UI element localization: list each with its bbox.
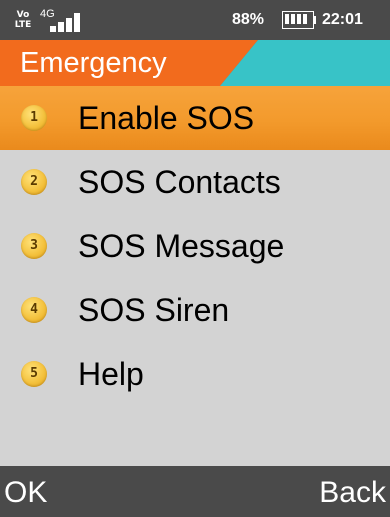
menu-item-sos-message[interactable]: 3 SOS Message — [0, 214, 390, 278]
network-indicator: 4G — [40, 8, 84, 34]
back-softkey[interactable]: Back — [319, 474, 386, 512]
title-bar: Emergency — [0, 40, 390, 86]
number-1-icon: 1 — [21, 105, 47, 131]
battery-percent: 88% — [232, 11, 265, 28]
number-3-icon: 3 — [21, 233, 47, 259]
menu-item-label: Enable SOS — [78, 100, 255, 136]
battery-icon — [282, 11, 316, 29]
menu-item-label: SOS Contacts — [78, 164, 281, 200]
signal-strength-icon — [50, 12, 84, 32]
menu-item-label: Help — [78, 356, 144, 392]
menu-item-sos-siren[interactable]: 4 SOS Siren — [0, 278, 390, 342]
volte-icon: Vo LTE — [12, 10, 34, 32]
menu-item-help[interactable]: 5 Help — [0, 342, 390, 406]
menu-item-label: SOS Siren — [78, 292, 230, 328]
menu-item-sos-contacts[interactable]: 2 SOS Contacts — [0, 150, 390, 214]
clock: 22:01 — [322, 11, 363, 28]
menu-item-label: SOS Message — [78, 228, 285, 264]
number-5-icon: 5 — [21, 361, 47, 387]
emergency-menu: 1 Enable SOS 2 SOS Contacts 3 SOS Messag… — [0, 86, 390, 466]
volte-label-bottom: LTE — [14, 20, 32, 30]
number-4-icon: 4 — [21, 297, 47, 323]
softkey-bar: OK Back — [0, 466, 390, 517]
ok-softkey[interactable]: OK — [4, 474, 47, 512]
number-2-icon: 2 — [21, 169, 47, 195]
menu-item-enable-sos[interactable]: 1 Enable SOS — [0, 86, 390, 150]
status-bar: Vo LTE 4G 88% 22:01 — [0, 0, 390, 40]
volte-label-top: Vo — [16, 10, 30, 20]
page-title: Emergency — [20, 47, 167, 79]
